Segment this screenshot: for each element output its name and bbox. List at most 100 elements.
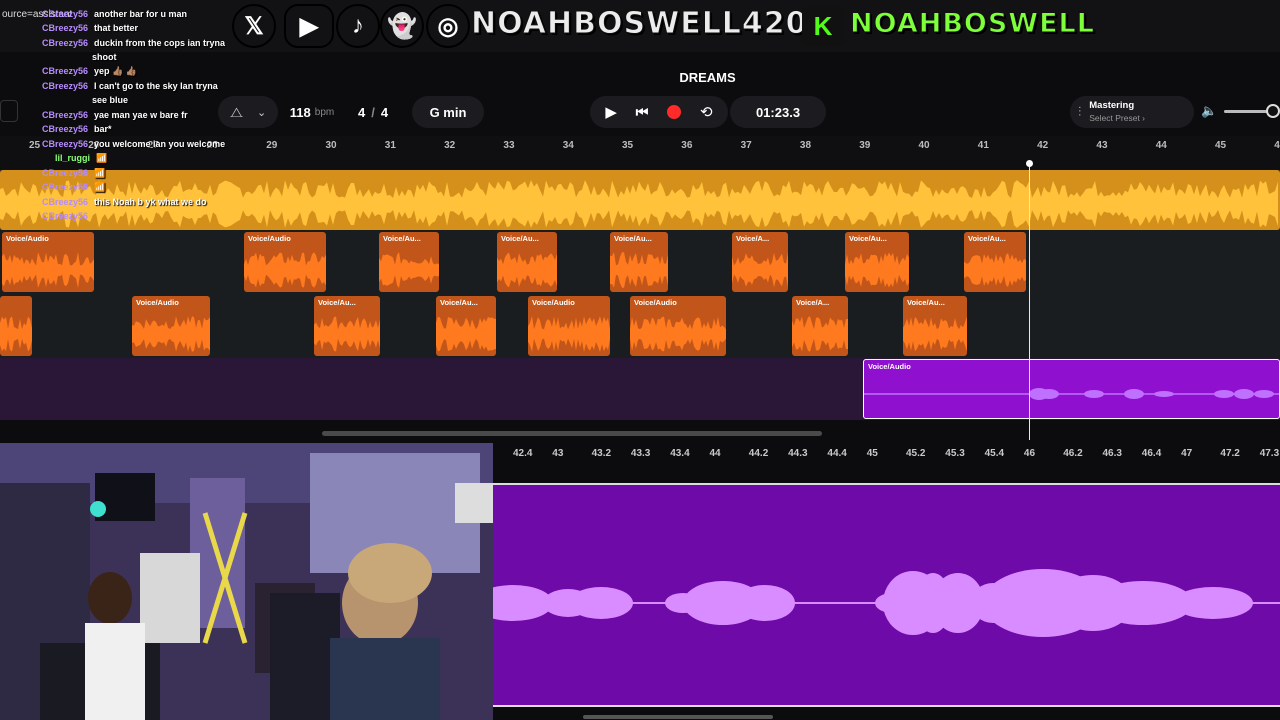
clip-waveform [497,252,557,288]
time-signature-field[interactable]: 4 / 4 [348,96,398,128]
metronome-icon: ⧍ [230,103,244,120]
zoom-ruler-tick: 43 [552,448,564,459]
playhead-knob[interactable] [1026,160,1033,167]
waveform-shape [732,252,788,288]
chat-message: CBreezy56 another bar for u man [42,8,187,20]
skip-back-icon[interactable]: ⏮ [636,104,649,121]
voice-audio-clip[interactable]: Voice/Au... [379,232,439,292]
chat-message: CBreezy56 [42,210,94,222]
volume-slider-handle[interactable] [1266,104,1280,118]
zoom-ruler-tick: 46.4 [1141,448,1162,459]
voice-audio-clip[interactable]: Voice/Audio [2,232,94,292]
chat-message: CBreezy56 that better [42,22,138,34]
tempo-unit: bpm [314,106,335,118]
zoom-ruler-tick: 45.4 [984,448,1005,459]
waveform-blip [1254,390,1274,398]
chat-text: 📶 [94,168,106,178]
chat-username: CBreezy56 [42,9,89,19]
snapchat-logo-icon: 👻 [380,4,424,48]
time-sig-denominator: 4 [380,104,389,120]
chevron-down-icon: ⌄ [257,106,267,119]
ruler-tick: 25 [29,140,41,151]
voice-audio-clip[interactable]: Voice/Au... [964,232,1026,292]
metronome-control[interactable]: ⧍ ⌄ [218,96,278,128]
voice-audio-clip[interactable] [0,296,32,356]
chat-username: CBreezy56 [42,66,89,76]
voice-audio-clip[interactable]: Voice/Audio [132,296,210,356]
zoom-ruler-tick: 46 [1023,448,1036,459]
zoom-waveform-editor[interactable]: 42.4 43 43.2 43.3 43.4 44 44.2 44.3 44.4 45 45.2 45… [473,443,1280,720]
zoom-ruler-tick: 45.2 [906,448,926,459]
vocal-track-3[interactable]: Voice/Audio [0,358,1280,420]
zoom-ruler[interactable]: 42.4 43 43.2 43.3 43.4 44 44.2 44.3 44.4 45 45.2 45… [493,443,1280,483]
time-display: 01:23.3 [730,96,826,128]
waveform-shape [132,316,210,352]
chat-text: shoot [92,52,117,62]
time-sig-separator: / [371,104,375,120]
zoom-clip[interactable] [473,485,1280,705]
waveform-shape [964,253,1026,287]
zoom-ruler-tick: 45.3 [945,448,965,459]
playhead[interactable] [1029,162,1030,440]
ruler-tick: 32 [444,140,456,151]
chat-text: yep 👍🏽 👍🏽 [94,66,137,76]
instagram-glyph: ◎ [437,12,459,40]
clip-waveform [903,316,967,352]
voice-audio-clip[interactable]: Voice/A... [792,296,848,356]
waveform-shape [436,316,496,352]
zoom-scrollbar[interactable] [583,715,773,719]
sidebar-toggle-button[interactable] [0,100,18,122]
chat-username: lil_ruggi [55,153,91,163]
record-button[interactable] [667,105,682,119]
zoom-ruler-tick: 45 [866,448,878,459]
chat-message: shoot [92,51,117,63]
ruler-tick: 29 [266,140,278,151]
horizontal-scrollbar[interactable] [322,431,822,436]
vocal-track-1[interactable]: Voice/Audio Voice/Audio Voice/Au... Voice/A… [0,230,1280,294]
waveform-shape [497,252,557,288]
waveform-blob [569,587,633,619]
voice-audio-clip[interactable]: Voice/Audio [528,296,610,356]
time-sig-numerator: 4 [357,104,366,120]
volume-slider[interactable] [1224,104,1280,118]
clip-waveform [732,252,788,288]
voice-audio-clip[interactable]: Voice/Audio [630,296,726,356]
chat-username: CBreezy56 [42,182,89,192]
voice-audio-clip[interactable]: Voice/A... [732,232,788,292]
chat-username: CBreezy56 [42,124,89,134]
chat-username: CBreezy56 [42,168,89,178]
purple-audio-clip[interactable]: Voice/Audio [863,359,1280,419]
clip-waveform [436,316,496,352]
voice-audio-clip[interactable]: Voice/Au... [314,296,380,356]
purple-waveform [864,388,1279,400]
ruler-tick: 34 [562,140,574,151]
play-icon[interactable]: ▶ [605,103,617,121]
ruler-tick: 33 [503,140,515,151]
voice-audio-clip[interactable]: Voice/Au... [436,296,496,356]
ruler-tick: 39 [859,140,871,151]
zoom-ruler-tick: 42.4 [513,448,533,459]
chat-username: CBreezy56 [42,23,89,33]
tempo-value: 118 [289,104,311,120]
ruler-tick: 46 [1274,140,1280,151]
voice-audio-clip[interactable]: Voice/Au... [497,232,557,292]
voice-audio-clip[interactable]: Voice/Au... [845,232,909,292]
vocal-track-2[interactable]: Voice/Audio Voice/Au... Voice/Au... Voice/A… [0,294,1280,358]
waveform-shape [2,252,94,288]
mastering-selector[interactable]: ⫶ Mastering Select Preset › [1070,96,1194,128]
volume-icon[interactable]: 🔈 [1201,103,1217,119]
sliders-icon: ⫶ [1078,104,1082,119]
ruler-tick: 40 [918,140,930,151]
chat-username: CBreezy56 [42,139,89,149]
waveform-blip [1154,391,1174,397]
ruler-tick: 41 [977,140,989,151]
tempo-field[interactable]: 118 bpm [278,96,346,128]
voice-audio-clip[interactable]: Voice/Audio [244,232,326,292]
ruler-tick: 45 [1215,140,1227,151]
voice-audio-clip[interactable]: Voice/Au... [903,296,967,356]
voice-audio-clip[interactable]: Voice/Au... [610,232,668,292]
chat-username: CBreezy56 [42,38,89,48]
youtube-glyph: ▶ [299,12,319,40]
key-selector[interactable]: G min [412,96,484,128]
loop-icon[interactable]: ⟲ [700,103,713,121]
